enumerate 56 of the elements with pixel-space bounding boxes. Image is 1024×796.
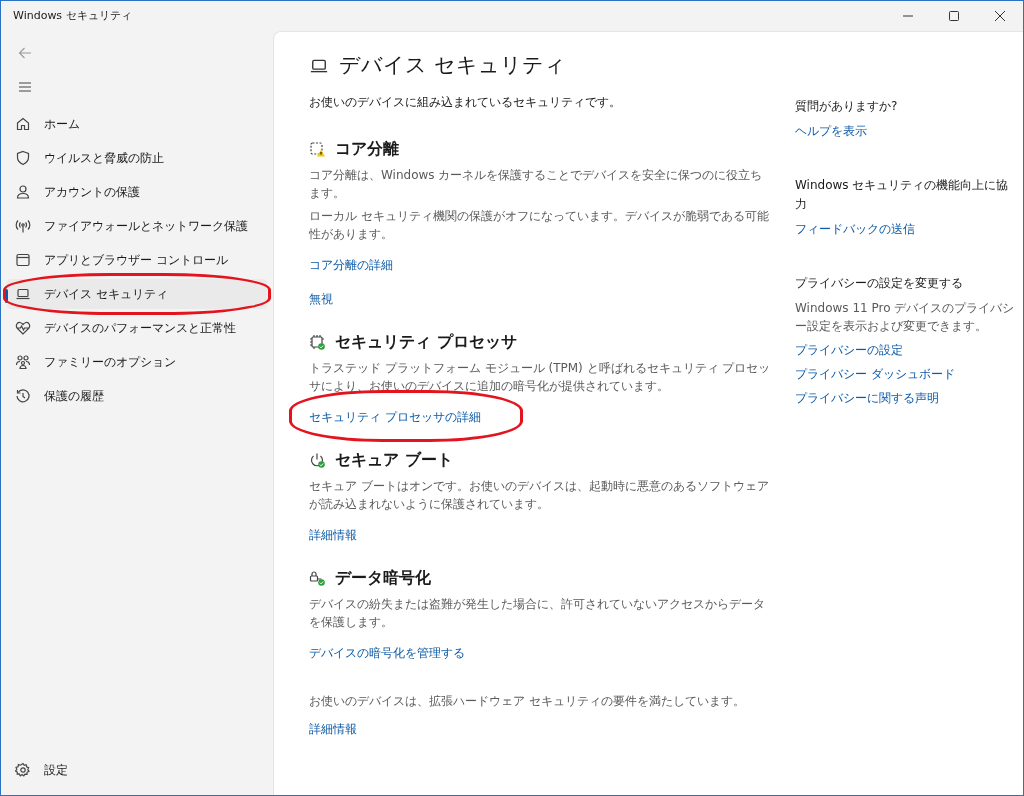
link[interactable]: ヘルプを表示 — [795, 122, 867, 140]
link[interactable]: コア分離の詳細 — [309, 257, 393, 272]
page-title: デバイス セキュリティ — [339, 52, 566, 79]
shield-icon — [15, 150, 31, 166]
link[interactable]: 詳細情報 — [309, 527, 357, 542]
link[interactable]: プライバシー ダッシュボード — [795, 365, 955, 383]
nav-item[interactable]: ファイアウォールとネットワーク保護 — [7, 211, 267, 241]
nav-item[interactable]: アプリとブラウザー コントロール — [7, 245, 267, 275]
page-subtitle: お使いのデバイスに組み込まれているセキュリティです。 — [309, 93, 622, 111]
home-icon — [15, 116, 31, 132]
checked-lock-icon — [309, 569, 325, 586]
section-description: ローカル セキュリティ機関の保護がオフになっています。デバイスが脆弱である可能性があります。 — [309, 207, 770, 243]
checked-chip-icon — [309, 333, 325, 350]
checked-power-icon — [309, 451, 325, 468]
aside-description: Windows 11 Pro デバイスのプライバシー設定を表示および変更できます。 — [795, 300, 1016, 335]
nav-item[interactable]: アカウントの保護 — [7, 177, 267, 207]
section-heading: セキュリティ プロセッサ — [335, 330, 517, 353]
section-description: セキュア ブートはオンです。お使いのデバイスは、起動時に悪意のあるソフトウェアが読み込まれないように保護されています。 — [309, 477, 770, 513]
family-icon — [15, 354, 31, 370]
close-icon — [995, 11, 1005, 21]
browser-window-icon — [15, 252, 31, 268]
section-heading: セキュア ブート — [335, 448, 453, 471]
menu-icon — [18, 80, 32, 94]
window-title: Windows セキュリティ — [12, 7, 132, 24]
section-heading: コア分離 — [335, 137, 399, 160]
section-description: コア分離は、Windows カーネルを保護することでデバイスを安全に保つのに役立ちます。 — [309, 166, 764, 202]
laptop-icon — [15, 286, 31, 302]
section-heading: データ暗号化 — [335, 566, 431, 589]
link[interactable]: 詳細情報 — [309, 719, 357, 738]
aside-heading: Windows セキュリティの機能向上に協力 — [795, 177, 1010, 213]
link[interactable]: セキュリティ プロセッサの詳細 — [309, 409, 481, 424]
nav-item[interactable]: デバイスのパフォーマンスと正常性 — [7, 313, 267, 343]
link[interactable]: 無視 — [309, 291, 333, 306]
selection-indicator — [5, 289, 8, 303]
maximize-icon — [949, 11, 959, 21]
nav-item[interactable]: 保護の履歴 — [7, 381, 267, 411]
history-icon — [15, 388, 31, 404]
settings-button[interactable]: 設定 — [15, 755, 273, 785]
link[interactable]: フィードバックの送信 — [795, 220, 915, 238]
back-arrow-icon — [18, 46, 32, 60]
aside-heading: プライバシーの設定を変更する — [795, 275, 964, 292]
link[interactable]: プライバシーに関する声明 — [795, 389, 939, 407]
nav-item[interactable]: ウイルスと脅威の防止 — [7, 143, 267, 173]
link[interactable]: プライバシーの設定 — [795, 341, 903, 359]
requirements-text: お使いのデバイスは、拡張ハードウェア セキュリティの要件を満たしています。 — [309, 692, 746, 710]
settings-icon — [15, 762, 31, 778]
antenna-icon — [15, 218, 31, 234]
heart-pulse-icon — [15, 320, 31, 336]
link[interactable]: デバイスの暗号化を管理する — [309, 645, 465, 660]
nav-item[interactable]: ファミリーのオプション — [7, 347, 267, 377]
aside-heading: 質問がありますか? — [795, 98, 899, 115]
nav-item[interactable]: ホーム — [7, 109, 267, 139]
person-icon — [15, 184, 31, 200]
section-description: デバイスの紛失または盗難が発生した場合に、許可されていないアクセスからデータを保護します。 — [309, 595, 766, 631]
nav-item[interactable]: デバイス セキュリティ — [7, 279, 267, 309]
warning-chip-icon — [309, 140, 325, 157]
